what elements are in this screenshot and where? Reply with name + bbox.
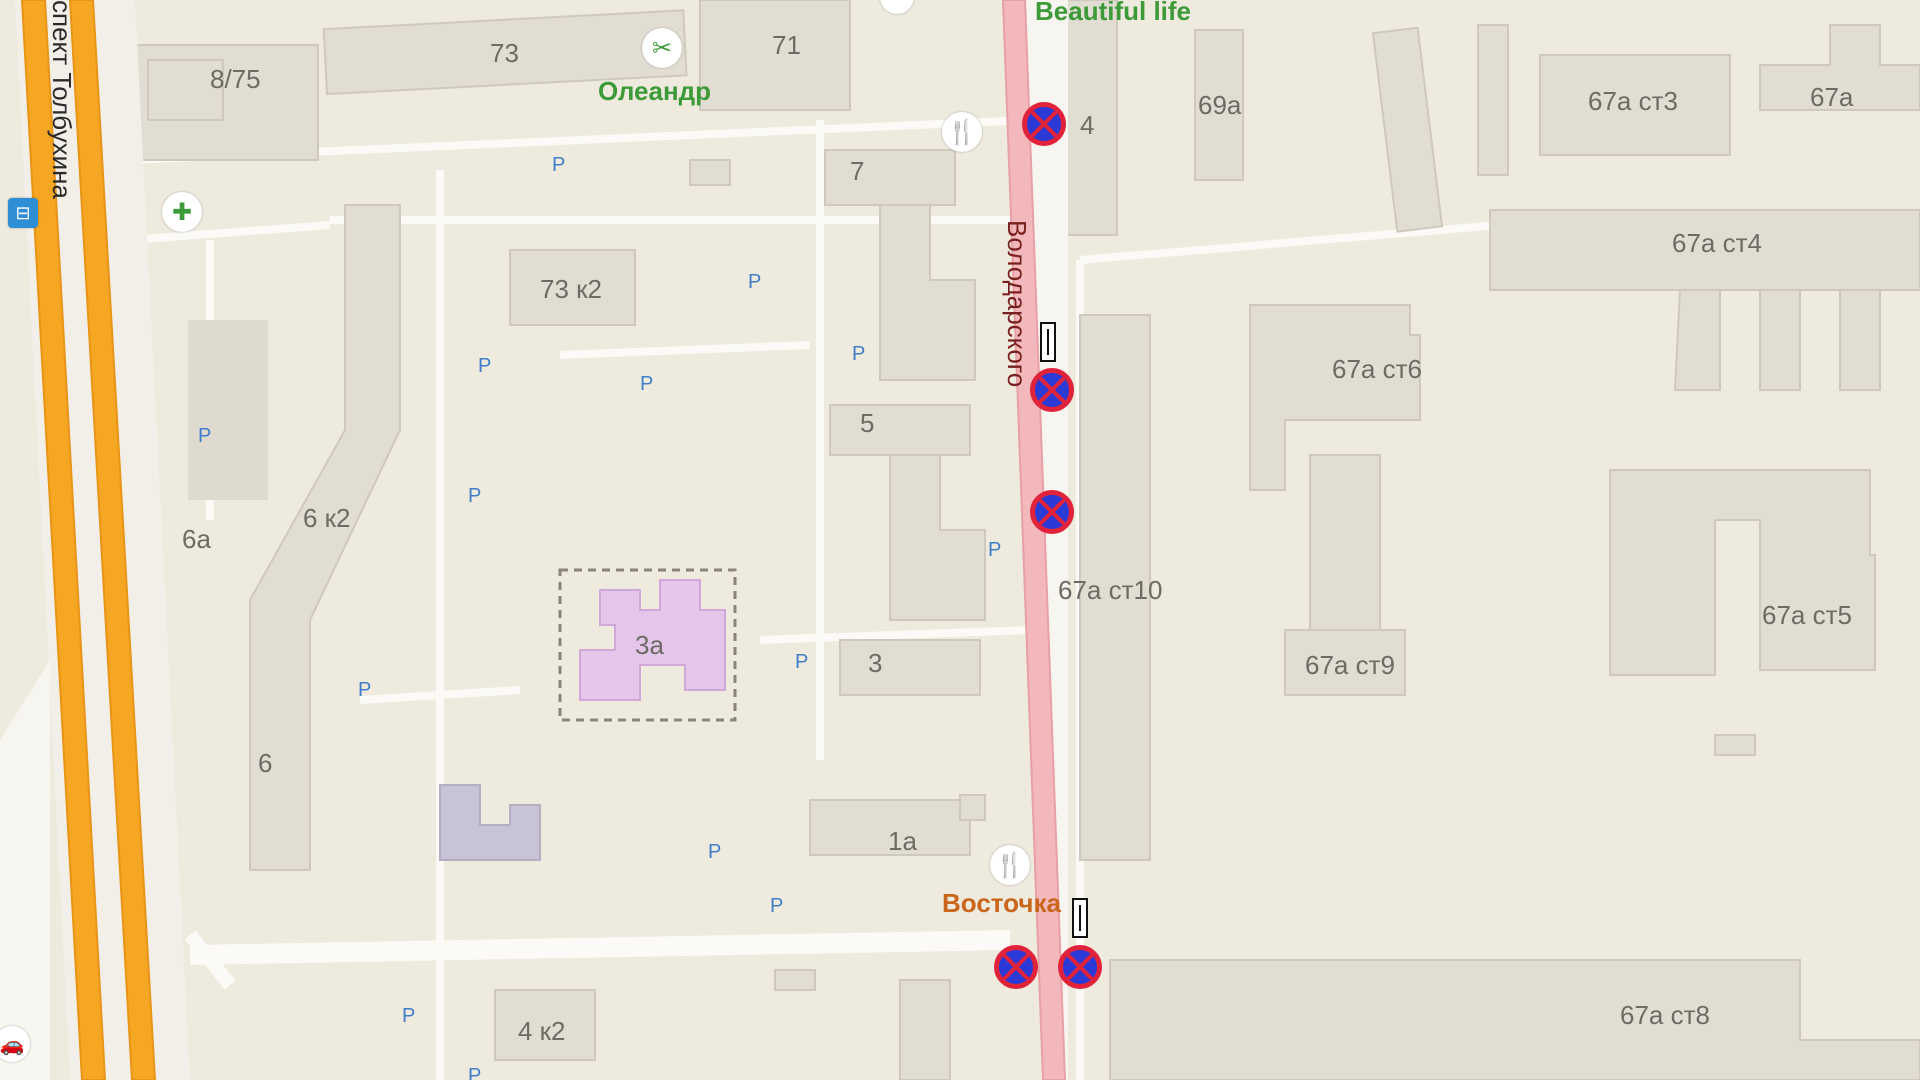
house-number: 4 [1080,110,1095,140]
sign-plate-icon [1072,898,1088,938]
parking-marker[interactable]: P [640,374,653,394]
bus-stop-icon[interactable]: ⊟ [8,198,38,228]
scissors-icon[interactable]: ✂ [642,28,682,68]
parking-marker[interactable]: P [552,155,565,175]
house-number: 73 к2 [540,274,602,304]
parking-marker[interactable]: P [402,1006,415,1026]
street-label-volodarskogo: Володарского [1002,220,1032,388]
parking-marker[interactable]: P [478,356,491,376]
poi-label-beautiful-life[interactable]: Beautiful life [1035,0,1191,24]
parking-marker[interactable]: P [988,540,1001,560]
house-number: 67а [1810,82,1854,112]
parking-marker[interactable]: P [358,680,371,700]
house-number: 67а ст5 [1762,600,1852,630]
house-number: 6 [258,748,273,778]
parking-marker[interactable]: P [852,344,865,364]
parking-marker[interactable]: P [708,842,721,862]
parking-marker[interactable]: P [770,896,783,916]
no-parking-sign-icon[interactable] [1022,102,1066,146]
parking-marker[interactable]: P [748,272,761,292]
house-number: 67а ст10 [1058,575,1163,605]
house-number: 67а ст6 [1332,354,1422,384]
parking-marker[interactable]: P [468,1066,481,1080]
house-number: 8/75 [210,64,261,94]
street-label-avenue: спект Толбухина [47,0,77,199]
house-number: 71 [772,30,801,60]
map-base-layer [0,0,1920,1080]
house-number: 6 к2 [303,503,351,533]
restaurant-icon[interactable]: 🍴 [990,845,1030,885]
poi-label-oleandr[interactable]: Олеандр [598,78,711,104]
house-number: 7 [850,156,865,186]
house-number: 5 [860,408,875,438]
house-number: 67а ст9 [1305,650,1395,680]
no-parking-sign-icon[interactable] [1030,368,1074,412]
house-number: 69а [1198,90,1242,120]
house-number: 73 [490,38,519,68]
parking-marker[interactable]: P [795,652,808,672]
house-number: 6а [182,524,211,554]
no-parking-sign-icon[interactable] [1030,490,1074,534]
house-number: 67а ст4 [1672,228,1762,258]
house-number: 1а [888,826,917,856]
parking-marker[interactable]: P [198,426,211,446]
house-number: 3 [868,648,883,678]
house-number: 67а ст8 [1620,1000,1710,1030]
restaurant-icon[interactable]: 🍴 [942,112,982,152]
parking-marker[interactable]: P [468,486,481,506]
city-map[interactable]: Володарского спект Толбухина Beautiful l… [0,0,1920,1080]
house-number: 4 к2 [518,1016,566,1046]
sign-plate-icon [1040,322,1056,362]
poi-label-vostochka[interactable]: Восточка [942,890,1061,916]
house-number: 3а [635,630,664,660]
no-parking-sign-icon[interactable] [1058,945,1102,989]
pharmacy-icon[interactable]: ✚ [162,192,202,232]
house-number: 67а ст3 [1588,86,1678,116]
no-parking-sign-icon[interactable] [994,945,1038,989]
